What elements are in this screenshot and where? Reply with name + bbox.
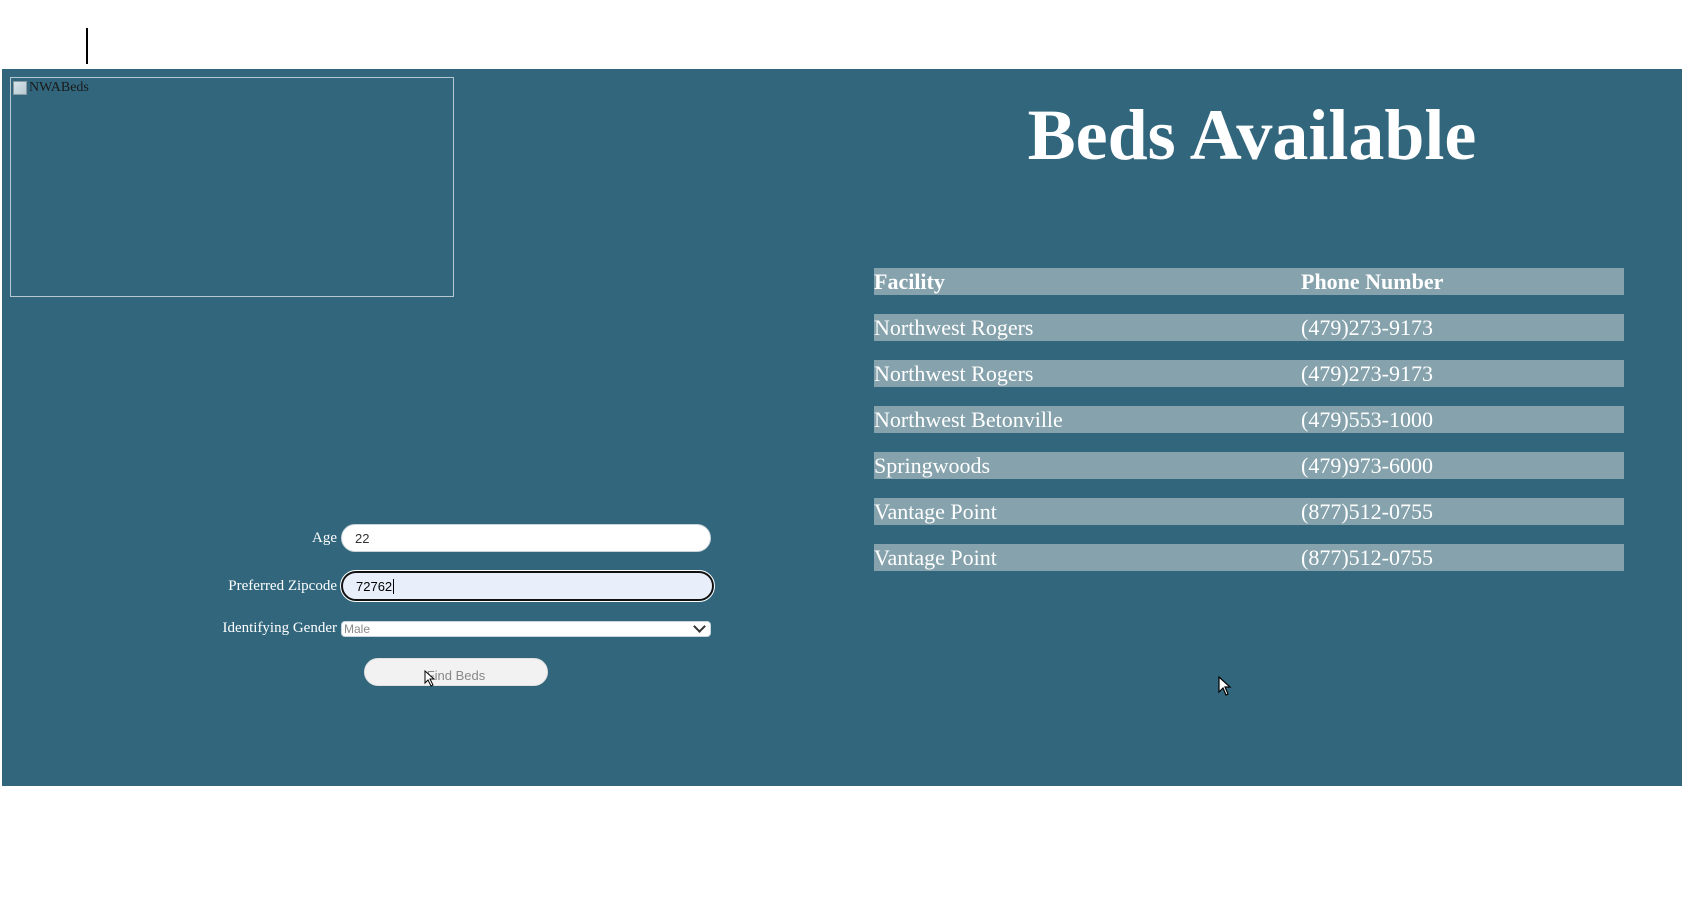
- cursor-icon: [424, 670, 436, 687]
- logo-alt: NWABeds: [13, 80, 89, 96]
- zipcode-row: Preferred Zipcode 72762: [217, 570, 715, 602]
- broken-image-icon: [13, 81, 27, 95]
- facility-cell: Vantage Point: [874, 544, 997, 570]
- age-label: Age: [312, 529, 337, 546]
- gender-row: Identifying Gender Male: [177, 620, 711, 637]
- facility-cell: Northwest Betonville: [874, 406, 1063, 432]
- facility-cell: Northwest Rogers: [874, 314, 1034, 340]
- logo-image: NWABeds: [10, 77, 454, 297]
- phone-cell: (479)273-9173: [1301, 314, 1433, 340]
- header-facility: Facility: [874, 268, 945, 294]
- phone-cell: (479)973-6000: [1301, 452, 1433, 478]
- table-row: Vantage Point (877)512-0755: [874, 498, 1624, 525]
- table-row: Northwest Betonville (479)553-1000: [874, 406, 1624, 433]
- table-row: Vantage Point (877)512-0755: [874, 544, 1624, 571]
- logo-alt-text: NWABeds: [29, 80, 89, 95]
- phone-cell: (479)553-1000: [1301, 406, 1433, 432]
- main-panel: NWABeds Age 22 Preferred Zipcode 72762 I…: [2, 69, 1682, 786]
- table-row: Northwest Rogers (479)273-9173: [874, 314, 1624, 341]
- facility-cell: Northwest Rogers: [874, 360, 1034, 386]
- table-row: Northwest Rogers (479)273-9173: [874, 360, 1624, 387]
- mouse-pointer-icon: [1218, 676, 1232, 696]
- age-value: 22: [355, 530, 370, 546]
- table-row: Springwoods (479)973-6000: [874, 452, 1624, 479]
- input-caret: [393, 578, 395, 594]
- text-caret: [86, 28, 88, 64]
- age-row: Age 22: [217, 524, 711, 552]
- page-title: Beds Available: [1027, 95, 1477, 175]
- chevron-down-icon: [693, 620, 706, 633]
- header-phone: Phone Number: [1301, 268, 1444, 294]
- gender-selected: Male: [344, 621, 371, 636]
- facility-cell: Vantage Point: [874, 498, 997, 524]
- zipcode-label: Preferred Zipcode: [228, 577, 337, 594]
- beds-table: Facility Phone Number Northwest Rogers (…: [874, 268, 1624, 590]
- facility-cell: Springwoods: [874, 452, 991, 478]
- phone-cell: (877)512-0755: [1301, 498, 1433, 524]
- gender-label: Identifying Gender: [222, 620, 337, 636]
- phone-cell: (877)512-0755: [1301, 544, 1433, 570]
- phone-cell: (479)273-9173: [1301, 360, 1433, 386]
- table-header-row: Facility Phone Number: [874, 268, 1624, 295]
- gender-select[interactable]: Male: [341, 620, 711, 637]
- zipcode-input[interactable]: 72762: [340, 570, 715, 602]
- page: NWABeds Age 22 Preferred Zipcode 72762 I…: [0, 0, 1684, 902]
- find-beds-button[interactable]: Find Beds: [364, 658, 548, 686]
- zipcode-value: 72762: [356, 578, 393, 594]
- age-input[interactable]: 22: [341, 524, 711, 552]
